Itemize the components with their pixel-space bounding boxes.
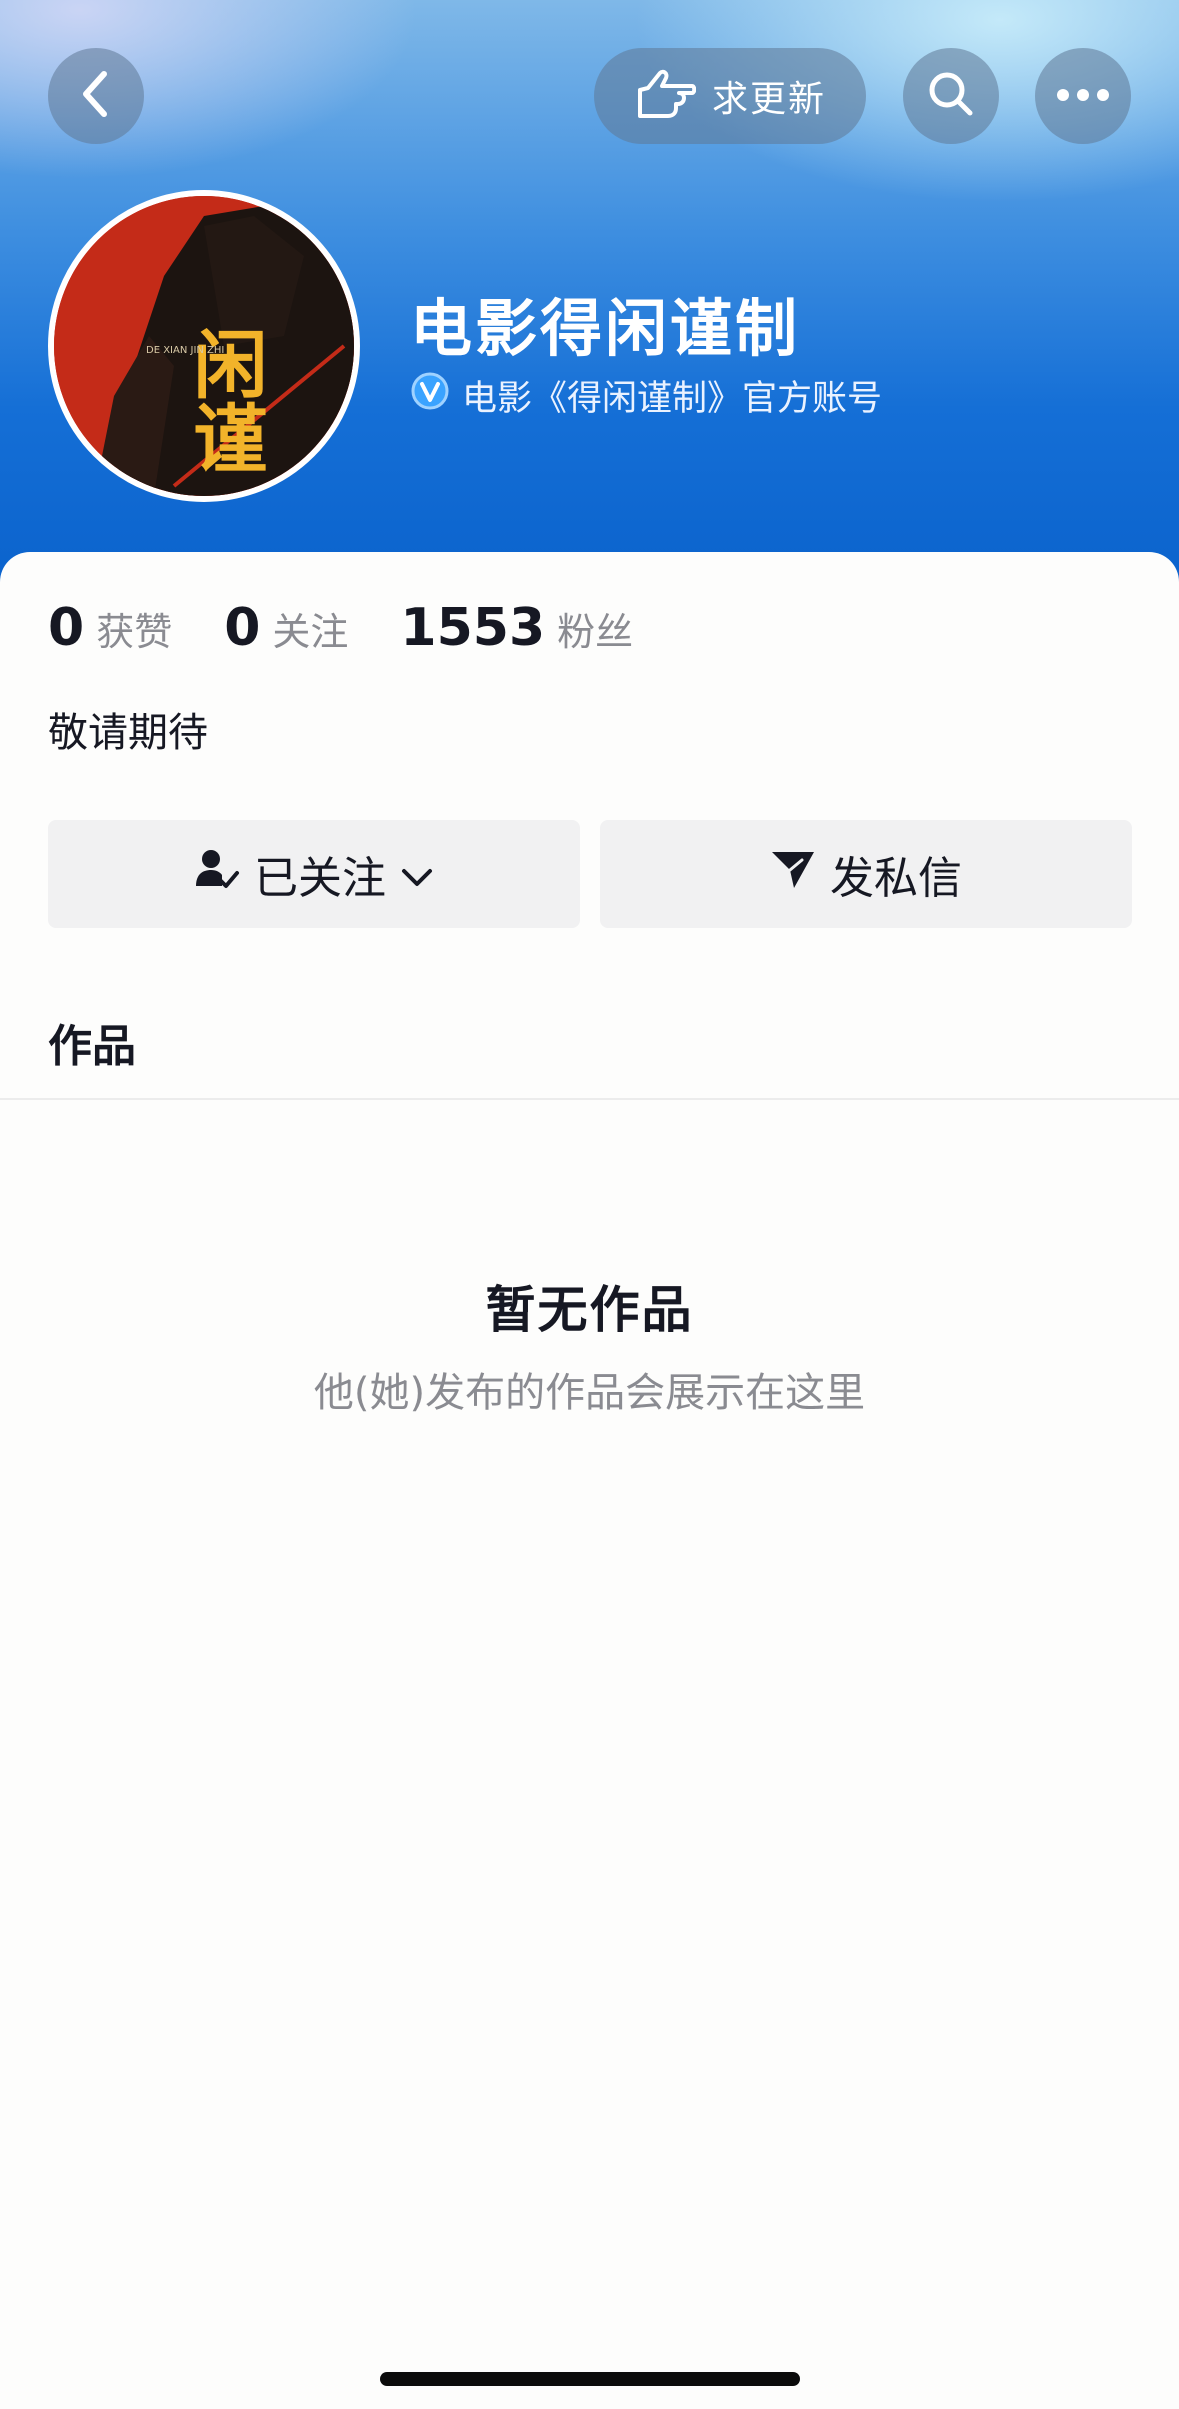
send-message-label: 发私信 — [830, 853, 962, 904]
avatar-poster-subtitle: DE XIAN JIN ZHI — [146, 345, 224, 356]
stat-following-label: 关注 — [272, 610, 349, 654]
followed-button[interactable]: 已关注 — [48, 820, 580, 928]
more-options-button[interactable] — [1035, 48, 1131, 144]
stat-followers-label: 粉丝 — [557, 610, 634, 654]
pointing-hand-icon — [634, 66, 697, 126]
empty-state-subtitle: 他(她)发布的作品会展示在这里 — [313, 1370, 866, 1416]
home-indicator[interactable] — [380, 2372, 800, 2386]
stat-likes[interactable]: 0 获赞 — [48, 598, 172, 658]
verification-text: 电影《得闲谨制》官方账号 — [462, 379, 883, 419]
tab-works[interactable]: 作品 — [48, 1010, 136, 1074]
user-check-icon — [194, 846, 240, 903]
profile-bio: 敬请期待 — [48, 710, 208, 756]
profile-stats: 0 获赞 0 关注 1553 粉丝 — [48, 598, 685, 658]
request-update-label: 求更新 — [711, 79, 826, 120]
stat-likes-label: 获赞 — [96, 610, 173, 654]
verification-row: 电影《得闲谨制》官方账号 — [410, 370, 882, 421]
verified-v-icon — [410, 371, 450, 420]
empty-state-title: 暂无作品 — [485, 1281, 694, 1339]
request-update-button[interactable]: 求更新 — [594, 48, 866, 144]
back-button[interactable] — [48, 48, 144, 144]
stat-followers-value: 1553 — [400, 598, 546, 658]
send-message-button[interactable]: 发私信 — [600, 820, 1132, 928]
chevron-down-icon — [400, 849, 434, 900]
back-chevron-icon — [76, 68, 116, 124]
more-dots-icon — [1056, 87, 1110, 106]
stat-likes-value: 0 — [48, 598, 85, 658]
search-button[interactable] — [903, 48, 999, 144]
profile-name: 电影得闲谨制 — [410, 292, 801, 365]
avatar[interactable]: 闲谨 DE XIAN JIN ZHI — [48, 190, 360, 502]
avatar-movie-poster-image: 闲谨 DE XIAN JIN ZHI — [54, 196, 354, 496]
tab-divider — [0, 1098, 1179, 1100]
stat-following[interactable]: 0 关注 — [224, 598, 348, 658]
search-icon — [925, 68, 977, 124]
stat-following-value: 0 — [224, 598, 261, 658]
stat-followers[interactable]: 1553 粉丝 — [400, 598, 633, 658]
paper-plane-icon — [770, 848, 816, 901]
followed-label: 已关注 — [254, 853, 386, 904]
